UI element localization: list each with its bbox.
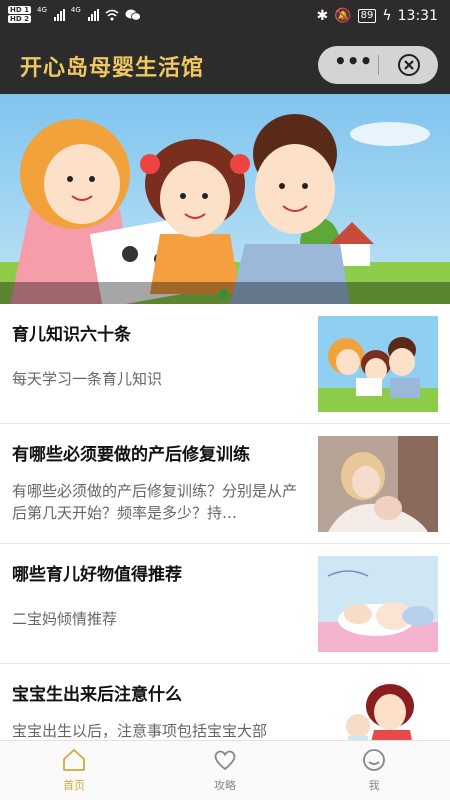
wechat-icon	[125, 9, 141, 21]
status-bar: HD 1 HD 2 4G 4G ✱ 🔕 89 ϟ 13:31	[0, 0, 450, 34]
list-item[interactable]: 哪些育儿好物值得推荐 二宝妈倾情推荐	[0, 544, 450, 664]
close-icon[interactable]	[398, 54, 420, 76]
tab-me[interactable]: 我	[334, 747, 414, 793]
net2-label: 4G	[70, 6, 81, 14]
article-thumbnail	[318, 676, 438, 740]
tab-me-label: 我	[368, 779, 380, 792]
home-icon	[63, 749, 85, 771]
smiley-icon	[363, 749, 385, 771]
heart-icon	[214, 750, 236, 770]
tab-home-label: 首页	[63, 779, 85, 792]
battery-icon: 89	[357, 9, 377, 23]
tab-home[interactable]: 首页	[34, 747, 114, 793]
article-title: 哪些育儿好物值得推荐	[12, 565, 182, 585]
tab-bar: 首页 攻略 我	[0, 740, 450, 800]
capsule-divider	[378, 55, 379, 75]
carousel-dot-active[interactable]	[219, 289, 228, 298]
family-illustration	[0, 94, 450, 304]
charging-icon: ϟ	[382, 8, 392, 24]
article-thumbnail	[318, 436, 438, 532]
article-title: 育儿知识六十条	[12, 325, 131, 345]
signal-icon-2	[87, 9, 99, 21]
article-desc: 二宝妈倾情推荐	[12, 610, 118, 628]
net1-label: 4G	[36, 6, 47, 14]
miniprogram-capsule: •••	[318, 46, 438, 84]
article-desc: 宝宝出生以后，注意事项包括宝宝大部	[12, 722, 268, 740]
more-button[interactable]: •••	[334, 51, 372, 77]
article-list: 育儿知识六十条 每天学习一条育儿知识 有哪些必须要做的产后修复训练 有哪些必须做…	[0, 304, 450, 740]
article-desc: 每天学习一条育儿知识	[12, 370, 163, 388]
article-title: 宝宝生出来后注意什么	[12, 685, 182, 705]
mute-icon: 🔕	[334, 8, 352, 24]
hd2-label: HD 2	[8, 15, 31, 23]
list-item[interactable]: 育儿知识六十条 每天学习一条育儿知识	[0, 304, 450, 424]
clock: 13:31	[397, 8, 438, 24]
tab-guide-label: 攻略	[214, 779, 236, 792]
article-title: 有哪些必须要做的产后修复训练	[12, 445, 250, 465]
hd-indicator: HD 1 HD 2	[8, 6, 31, 24]
page-title: 开心岛母婴生活馆	[20, 56, 205, 81]
tab-guide[interactable]: 攻略	[185, 747, 265, 793]
hd1-label: HD 1	[8, 6, 31, 14]
list-item[interactable]: 宝宝生出来后注意什么 宝宝出生以后，注意事项包括宝宝大部	[0, 664, 450, 740]
signal-icon	[53, 9, 65, 21]
article-thumbnail	[318, 316, 438, 412]
wifi-icon	[105, 9, 119, 21]
status-right: ✱ 🔕 89 ϟ 13:31	[316, 8, 438, 24]
banner-carousel[interactable]	[0, 94, 450, 304]
bluetooth-icon: ✱	[316, 8, 329, 24]
status-left: HD 1 HD 2 4G 4G	[8, 6, 141, 24]
article-desc: 有哪些必须做的产后修复训练？分别是从产后第几天开始？频率是多少？持…	[12, 482, 298, 522]
carousel-indicator	[0, 282, 450, 304]
list-item[interactable]: 有哪些必须要做的产后修复训练 有哪些必须做的产后修复训练？分别是从产后第几天开始…	[0, 424, 450, 544]
article-thumbnail	[318, 556, 438, 652]
app-header: 开心岛母婴生活馆 •••	[0, 34, 450, 94]
